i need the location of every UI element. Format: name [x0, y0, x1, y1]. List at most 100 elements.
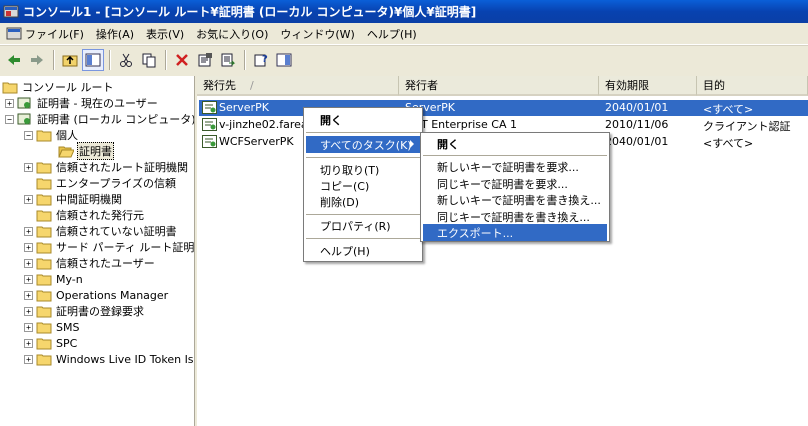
folder-icon [36, 338, 52, 350]
submenu-item-request-new-key[interactable]: 新しいキーで証明書を要求... [423, 158, 607, 175]
expand-plus-icon[interactable]: + [24, 306, 33, 316]
tree-node-windows-live-id[interactable]: + Windows Live ID Token Is [24, 351, 194, 367]
delete-button[interactable] [171, 49, 193, 71]
tree-node-spc[interactable]: + SPC [24, 335, 78, 351]
tree-node-trusted-root-ca[interactable]: + 信頼されたルート証明機関 [24, 159, 189, 175]
column-expiration[interactable]: 有効期限 [599, 76, 697, 96]
folder-icon [36, 274, 52, 286]
table-row[interactable]: ServerPK ServerPK 2040/01/01 <すべて> [199, 100, 808, 116]
context-menu: 開く すべてのタスク(K) 切り取り(T) コピー(C) 削除(D) プロパティ… [303, 107, 423, 262]
tree-node-intermediate-ca[interactable]: + 中間証明機関 [24, 191, 123, 207]
menu-item-cut[interactable]: 切り取り(T) [306, 161, 420, 178]
menu-item-all-tasks[interactable]: すべてのタスク(K) [306, 136, 420, 153]
expand-plus-icon[interactable]: + [5, 98, 14, 108]
back-button[interactable] [3, 49, 25, 71]
folder-icon [36, 194, 52, 206]
window-title: コンソール1 - [コンソール ルート¥証明書 (ローカル コンピュータ)¥個人… [23, 5, 477, 19]
collapse-minus-icon[interactable]: − [24, 130, 33, 140]
copy-icon [142, 53, 156, 67]
help-icon: ? [254, 54, 268, 66]
expand-plus-icon[interactable]: + [24, 242, 33, 252]
export-list-button[interactable] [217, 49, 239, 71]
properties-button[interactable] [194, 49, 216, 71]
menu-item-properties[interactable]: プロパティ(R) [306, 217, 420, 234]
menu-file[interactable]: ファイル(F) [0, 24, 90, 44]
menu-item-open[interactable]: 開く [306, 111, 420, 128]
menu-window[interactable]: ウィンドウ(W) [274, 24, 360, 44]
expand-plus-icon[interactable]: + [24, 290, 33, 300]
menu-separator [423, 155, 607, 156]
column-issued-to[interactable]: 発行先 / [197, 76, 399, 96]
tree-node-third-party-root-ca[interactable]: + サード パーティ ルート証明機 [24, 239, 194, 255]
menu-item-delete[interactable]: 削除(D) [306, 193, 420, 210]
properties-icon [198, 52, 212, 66]
tree-node-my-n[interactable]: + My-n [24, 271, 84, 287]
tree-node-sms[interactable]: + SMS [24, 319, 80, 335]
folder-icon [2, 82, 18, 94]
certificate-store-icon [17, 113, 31, 125]
folder-icon [36, 354, 52, 366]
expand-plus-icon[interactable]: + [24, 274, 33, 284]
copy-button[interactable] [138, 49, 160, 71]
expand-plus-icon[interactable]: + [24, 194, 33, 204]
column-purpose[interactable]: 目的 [697, 76, 808, 96]
tree-node-personal[interactable]: − 個人 [24, 127, 79, 143]
folder-icon [36, 306, 52, 318]
submenu-item-open[interactable]: 開く [423, 135, 607, 152]
expand-plus-icon[interactable]: + [24, 338, 33, 348]
action-pane-button[interactable] [273, 49, 295, 71]
show-hide-tree-button[interactable] [82, 48, 104, 71]
tree-node-local-computer[interactable]: − 証明書 (ローカル コンピュータ) [5, 111, 194, 127]
help-button[interactable]: ? [250, 49, 272, 71]
action-pane-icon [276, 53, 292, 66]
tree-node-enterprise-trust[interactable]: エンタープライズの信頼 [36, 175, 177, 191]
certificate-list: 発行先 / 発行者 有効期限 目的 ServerPK ServerPK 2040… [197, 76, 808, 426]
tree-node-console-root[interactable]: コンソール ルート [2, 79, 115, 95]
column-issued-by[interactable]: 発行者 [399, 76, 599, 96]
table-row[interactable]: v-jinzhe02.fareas T Enterprise CA 1 2010… [199, 117, 808, 133]
title-bar: コンソール1 - [コンソール ルート¥証明書 (ローカル コンピュータ)¥個人… [0, 0, 808, 23]
tree-node-operations-manager[interactable]: + Operations Manager [24, 287, 169, 303]
folder-icon [36, 322, 52, 334]
submenu-item-renew-same-key[interactable]: 同じキーで証明書を書き換え... [423, 208, 607, 225]
toolbar-separator [165, 49, 167, 70]
cut-button[interactable] [115, 49, 137, 71]
menu-help[interactable]: ヘルプ(H) [361, 24, 423, 44]
back-icon [8, 54, 20, 65]
menu-view[interactable]: 表示(V) [140, 24, 190, 44]
menu-bar: ファイル(F) 操作(A) 表示(V) お気に入り(O) ウィンドウ(W) ヘル… [0, 23, 808, 45]
collapse-minus-icon[interactable]: − [5, 114, 14, 124]
certificate-icon [202, 135, 217, 148]
tree-node-trusted-people[interactable]: + 信頼されたユーザー [24, 255, 156, 271]
menu-item-help[interactable]: ヘルプ(H) [306, 242, 420, 259]
tree-node-current-user[interactable]: + 証明書 - 現在のユーザー [5, 95, 159, 111]
expand-plus-icon[interactable]: + [24, 322, 33, 332]
open-folder-icon [58, 146, 74, 158]
forward-button[interactable] [26, 49, 48, 71]
svg-text:?: ? [262, 54, 268, 65]
expand-plus-icon[interactable]: + [24, 162, 33, 172]
mmc-app-icon [3, 5, 19, 17]
submenu-item-export[interactable]: エクスポート... [423, 224, 607, 241]
expand-plus-icon[interactable]: + [24, 226, 33, 236]
menu-action[interactable]: 操作(A) [90, 24, 140, 44]
folder-icon [36, 258, 52, 270]
submenu-item-renew-new-key[interactable]: 新しいキーで証明書を書き換え... [423, 191, 607, 208]
submenu-item-request-same-key[interactable]: 同じキーで証明書を要求... [423, 175, 607, 192]
tree-node-trusted-publishers[interactable]: 信頼された発行元 [36, 207, 145, 223]
certificate-store-icon [17, 97, 31, 109]
tree-node-enrollment-requests[interactable]: + 証明書の登録要求 [24, 303, 145, 319]
up-one-level-button[interactable] [59, 49, 81, 71]
menu-favorites[interactable]: お気に入り(O) [190, 24, 274, 44]
expand-plus-icon[interactable]: + [24, 258, 33, 268]
submenu-arrow-icon [410, 140, 414, 148]
expand-plus-icon[interactable]: + [24, 354, 33, 364]
menu-item-copy[interactable]: コピー(C) [306, 177, 420, 194]
folder-icon [36, 226, 52, 238]
toolbar-separator [53, 49, 55, 70]
menu-separator [306, 214, 420, 215]
tree-node-certificates[interactable]: 証明書 [58, 142, 114, 160]
tree-node-untrusted-certificates[interactable]: + 信頼されていない証明書 [24, 223, 178, 239]
mmc-menu-icon [6, 27, 22, 39]
folder-icon [36, 130, 52, 142]
